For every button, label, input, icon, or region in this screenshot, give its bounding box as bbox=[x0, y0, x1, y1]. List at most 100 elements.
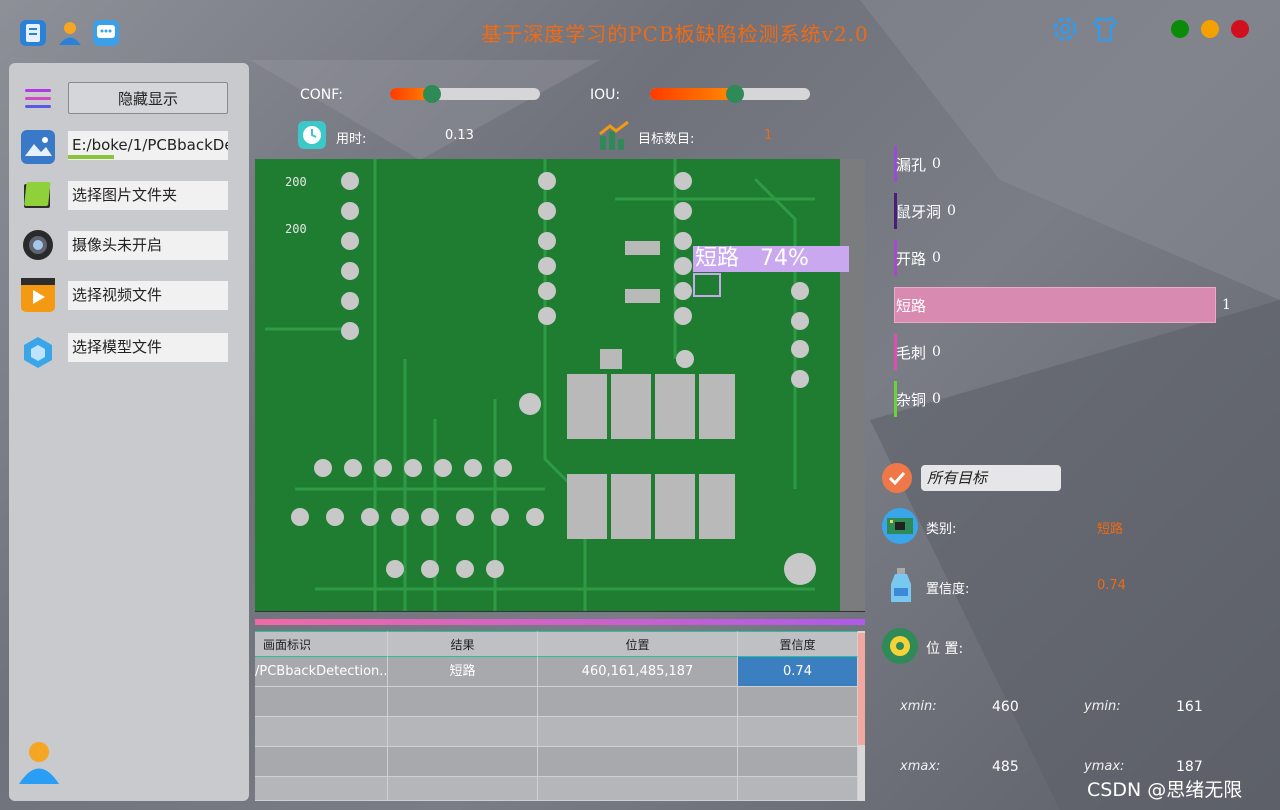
iou-label: IOU: bbox=[590, 87, 621, 103]
progress-gradient-bar bbox=[255, 619, 865, 625]
position-label: 位 置: bbox=[926, 641, 964, 657]
class-bar-label: 鼠牙洞 bbox=[896, 203, 942, 221]
close-button[interactable] bbox=[1231, 20, 1249, 38]
image-icon bbox=[21, 130, 55, 164]
class-bar-count: 0 bbox=[947, 203, 956, 219]
xmin-label: xmin: bbox=[900, 699, 937, 714]
table-scrollbar-thumb[interactable] bbox=[858, 633, 865, 745]
detection-label: 短路 74% bbox=[693, 246, 849, 272]
table-cell-source[interactable]: /PCBbackDetection... bbox=[255, 657, 388, 687]
table-row-empty bbox=[738, 777, 858, 801]
conf-slider-handle[interactable] bbox=[423, 85, 441, 103]
minimize-button[interactable] bbox=[1201, 20, 1219, 38]
position-icon bbox=[882, 628, 918, 664]
class-bar-count: 0 bbox=[932, 344, 941, 360]
count-value: 1 bbox=[764, 128, 773, 143]
logo-icon bbox=[20, 20, 46, 46]
gear-icon[interactable] bbox=[1050, 14, 1080, 44]
ymax-value: 187 bbox=[1176, 759, 1203, 775]
camera-button[interactable]: 摄像头未开启 bbox=[68, 231, 228, 260]
ymin-label: ymin: bbox=[1084, 699, 1121, 714]
results-table: 画面标识 结果 位置 置信度 /PCBbackDetection... 短路 4… bbox=[255, 631, 865, 801]
select-model-button[interactable]: 选择模型文件 bbox=[68, 333, 228, 362]
xmax-value: 485 bbox=[992, 759, 1019, 775]
table-row-empty bbox=[255, 717, 388, 747]
detection-image-view[interactable]: 200 200 短路 74% bbox=[255, 159, 865, 612]
table-cell-result[interactable]: 短路 bbox=[388, 657, 538, 687]
class-bar-count: 1 bbox=[1222, 297, 1231, 313]
ymax-label: ymax: bbox=[1084, 759, 1125, 774]
iou-slider[interactable] bbox=[650, 85, 810, 103]
class-bar-count: 0 bbox=[932, 156, 941, 172]
video-icon bbox=[21, 278, 55, 312]
xmax-label: xmax: bbox=[900, 759, 941, 774]
class-bar-count: 0 bbox=[932, 391, 941, 407]
pcb-board-icon bbox=[882, 508, 918, 544]
table-cell-confidence[interactable]: 0.74 bbox=[738, 657, 858, 687]
camera-icon bbox=[21, 228, 55, 262]
select-video-button[interactable]: 选择视频文件 bbox=[68, 281, 228, 310]
clock-icon bbox=[298, 121, 326, 149]
class-bar-count: 0 bbox=[932, 250, 941, 266]
class-bar-label: 短路 bbox=[896, 297, 927, 315]
detection-score: 74% bbox=[760, 246, 809, 271]
target-filter-select[interactable]: 所有目标 bbox=[921, 465, 1061, 491]
class-bar-label: 漏孔 bbox=[896, 156, 927, 174]
image-load-progress bbox=[68, 155, 114, 159]
class-bar-label: 毛刺 bbox=[896, 344, 927, 362]
class-value: 短路 bbox=[1097, 522, 1124, 537]
conf-label: CONF: bbox=[300, 87, 343, 103]
detection-box bbox=[693, 273, 721, 297]
conf-slider[interactable] bbox=[390, 85, 540, 103]
table-row-empty bbox=[538, 777, 738, 801]
tshirt-icon[interactable] bbox=[1090, 14, 1120, 44]
watermark: CSDN @思绪无限 bbox=[1087, 779, 1243, 801]
bottle-icon bbox=[886, 566, 916, 606]
hide-display-button[interactable]: 隐藏显示 bbox=[68, 82, 228, 114]
confidence-value: 0.74 bbox=[1097, 578, 1126, 593]
user-icon[interactable] bbox=[57, 20, 83, 46]
table-row-empty bbox=[538, 687, 738, 717]
table-header-position[interactable]: 位置 bbox=[538, 631, 738, 657]
chart-icon bbox=[598, 120, 630, 152]
select-image-folder-button[interactable]: 选择图片文件夹 bbox=[68, 181, 228, 210]
class-bar-label: 开路 bbox=[896, 250, 927, 268]
pcb-image: 200 200 bbox=[255, 159, 865, 612]
table-row-empty bbox=[255, 747, 388, 777]
menu-icon[interactable] bbox=[24, 86, 54, 112]
check-icon[interactable] bbox=[882, 463, 912, 493]
folder-icon bbox=[21, 178, 55, 212]
class-bar-label: 杂铜 bbox=[896, 391, 927, 409]
table-cell-position[interactable]: 460,161,485,187 bbox=[538, 657, 738, 687]
avatar-icon bbox=[17, 739, 61, 785]
time-value: 0.13 bbox=[445, 128, 474, 143]
count-label: 目标数目: bbox=[638, 132, 695, 147]
xmin-value: 460 bbox=[992, 699, 1019, 715]
confidence-label: 置信度: bbox=[926, 582, 970, 597]
class-bar-3 bbox=[894, 287, 1216, 323]
table-scrollbar[interactable] bbox=[858, 631, 865, 801]
table-row-empty bbox=[255, 777, 388, 801]
table-row-empty bbox=[388, 747, 538, 777]
ymin-value: 161 bbox=[1176, 699, 1203, 715]
table-row-empty bbox=[255, 687, 388, 717]
table-row-empty bbox=[738, 717, 858, 747]
svg-text:200: 200 bbox=[285, 175, 307, 189]
table-header-confidence[interactable]: 置信度 bbox=[738, 631, 858, 657]
table-row-empty bbox=[388, 777, 538, 801]
app-title: 基于深度学习的PCB板缺陷检测系统v2.0 bbox=[481, 22, 869, 46]
detection-class: 短路 bbox=[695, 246, 740, 271]
iou-slider-handle[interactable] bbox=[726, 85, 744, 103]
table-row-empty bbox=[538, 747, 738, 777]
class-label: 类别: bbox=[926, 522, 957, 537]
sidebar: 隐藏显示 E:/boke/1/PCBbackDetection 选择图片文件夹 … bbox=[9, 63, 249, 801]
table-header-result[interactable]: 结果 bbox=[388, 631, 538, 657]
maximize-button[interactable] bbox=[1171, 20, 1189, 38]
model-icon bbox=[21, 335, 55, 369]
table-row-empty bbox=[538, 717, 738, 747]
chat-icon[interactable] bbox=[93, 20, 119, 46]
table-row-empty bbox=[388, 687, 538, 717]
image-border bbox=[255, 611, 865, 612]
table-header-source[interactable]: 画面标识 bbox=[255, 631, 388, 657]
table-row-empty bbox=[738, 687, 858, 717]
